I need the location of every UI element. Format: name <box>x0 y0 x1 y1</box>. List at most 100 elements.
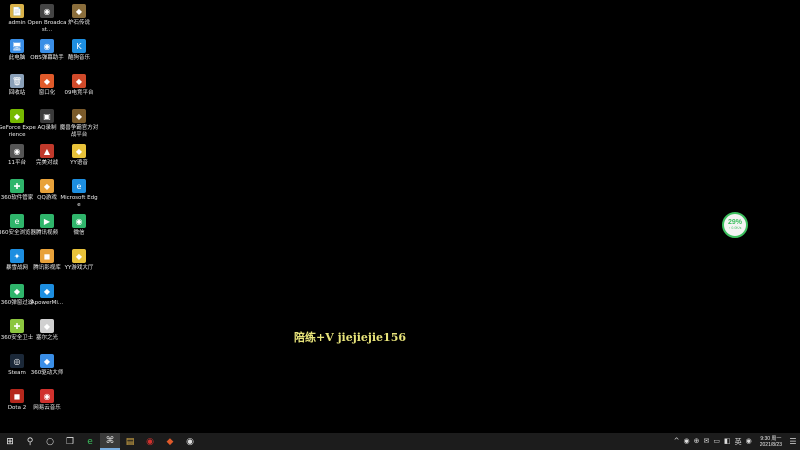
desktop-icon[interactable]: ◆ 窗口化 <box>30 72 64 106</box>
desktop-icon[interactable]: e 360安全浏览器 <box>0 212 36 246</box>
desktop-icon[interactable]: K 酷狗音乐 <box>62 37 96 71</box>
app-icon: ✚ <box>10 179 24 193</box>
app-icon: ◆ <box>40 319 54 333</box>
desktop-icon-label: 酷狗音乐 <box>67 55 90 61</box>
tray-icon[interactable]: 英 <box>735 437 742 447</box>
app-icon: ✦ <box>10 249 24 263</box>
desktop-icon-label: 网易云音乐 <box>33 405 61 411</box>
app-icon: ◼ <box>10 389 24 403</box>
tray-icon[interactable]: ⊕ <box>694 437 700 447</box>
desktop-icon[interactable]: ◉ 网易云音乐 <box>30 387 64 421</box>
desktop-icon[interactable]: ◆ 360弹窗过滤 <box>0 282 34 316</box>
desktop-icon-label: 魔兽争霸官方对战平台 <box>59 125 99 138</box>
search-icon[interactable]: ⚲ <box>20 433 40 450</box>
tray-icon[interactable]: ✉ <box>704 437 710 447</box>
app-icon: ◆ <box>72 74 86 88</box>
desktop-icon[interactable]: ▲ 完美对战 <box>30 142 64 176</box>
desktop-icon[interactable]: ◉ 11平台 <box>0 142 34 176</box>
network-speed-widget[interactable]: 29% ↑ 0.0K/s <box>722 212 748 238</box>
app-icon: ◉ <box>10 144 24 158</box>
clock[interactable]: 9:30 周一 2021/8/23 <box>760 436 782 448</box>
desktop-icon[interactable]: ◉ OBS弹幕助手 <box>30 37 64 71</box>
desktop-icon-label: YY语音 <box>70 160 88 166</box>
tray-icon[interactable]: ◧ <box>724 437 731 447</box>
desktop-icon[interactable]: ◆ ApowerMi... <box>30 282 64 316</box>
windows-start-icon[interactable]: ⊞ <box>0 433 20 450</box>
desktop-icon[interactable]: ◆ 360驱动大师 <box>30 352 64 386</box>
app-icon: ◎ <box>10 354 24 368</box>
app-icon: ◆ <box>72 144 86 158</box>
desktop-icon-label: 微信 <box>73 230 85 236</box>
desktop-icon-label: 炉石传说 <box>67 20 90 26</box>
cpu-percent: 29% <box>727 219 742 226</box>
cortana-icon[interactable]: ○ <box>40 433 60 450</box>
desktop-icon[interactable]: ◆ YY游戏大厅 <box>62 247 96 281</box>
desktop-icon[interactable]: ◆ 炉石传说 <box>62 2 96 36</box>
app-icon: ◆ <box>72 4 86 18</box>
desktop-icon[interactable]: ◎ Steam <box>0 352 34 386</box>
network-speed: ↑ 0.0K/s <box>728 226 742 230</box>
taskbar: ⊞ ⚲ ○ ❐ e ⌘ ▤ ◉ ◆ ◉ ^ ◉ ⊕ ✉ ▭ ◧ 英 ◉ 9:30 周一 2021/8/2… <box>0 433 800 450</box>
app-icon: ◆ <box>40 284 54 298</box>
desktop-icon[interactable]: ▶ 腾讯视频 <box>30 212 64 246</box>
desktop-icon[interactable]: ◉ 微信 <box>62 212 96 246</box>
app-icon: ▲ <box>40 144 54 158</box>
desktop-icon-label: ApowerMi... <box>30 300 64 306</box>
desktop-icon[interactable]: ◆ GeForce Experience <box>0 107 36 141</box>
desktop-icon-label: 360驱动大师 <box>30 370 64 376</box>
desktop-icon[interactable]: 🖥 此电脑 <box>0 37 34 71</box>
app-icon: ◆ <box>40 74 54 88</box>
taskbar-app-button[interactable]: ◉ <box>140 433 160 450</box>
app-icon: e <box>72 179 86 193</box>
desktop-icon-label: YY游戏大厅 <box>64 265 94 271</box>
clock-date: 2021/8/23 <box>759 441 782 448</box>
app-icon: 📄 <box>10 4 24 18</box>
task-view-icon[interactable]: ❐ <box>60 433 80 450</box>
app-icon: ◆ <box>40 354 54 368</box>
tray-icon[interactable]: ^ <box>674 437 680 447</box>
desktop-icon[interactable]: ◆ 塞尔之光 <box>30 317 64 351</box>
desktop-icon[interactable]: ◆ YY语音 <box>62 142 96 176</box>
desktop-icon[interactable]: ◼ 腾讯影视库 <box>30 247 64 281</box>
app-icon: ✚ <box>10 319 24 333</box>
app-icon: ◆ <box>72 249 86 263</box>
desktop[interactable]: 📄 admin 🖥 此电脑 🗑 回收站 ◆ GeForce Experience ◉ 11平台 ✚ 3… <box>0 0 800 433</box>
desktop-icon-label: 09电竞平台 <box>64 90 94 96</box>
system-tray: ^ ◉ ⊕ ✉ ▭ ◧ 英 ◉ 9:30 周一 2021/8/23 <box>672 433 782 450</box>
desktop-icon[interactable]: e Microsoft Edge <box>60 177 98 211</box>
app-icon: 🖥 <box>10 39 24 53</box>
desktop-icon[interactable]: ◆ 魔兽争霸官方对战平台 <box>59 107 99 141</box>
app-icon: ◆ <box>40 179 54 193</box>
taskbar-app-button[interactable]: ◉ <box>180 433 200 450</box>
app-icon: e <box>10 214 24 228</box>
desktop-icon[interactable]: ✚ 360安全卫士 <box>0 317 34 351</box>
app-icon: ◉ <box>40 389 54 403</box>
desktop-icon[interactable]: ◉ Open Broadcast... <box>28 2 66 36</box>
desktop-icon[interactable]: ✚ 360软件管家 <box>0 177 34 211</box>
app-icon: ◆ <box>72 109 86 123</box>
desktop-icon[interactable]: ✦ 暴雪战网 <box>0 247 34 281</box>
desktop-icon[interactable]: ◼ Dota 2 <box>0 387 34 421</box>
app-icon: 🗑 <box>10 74 24 88</box>
app-icon: ◼ <box>40 249 54 263</box>
taskbar-app-button[interactable]: ▤ <box>120 433 140 450</box>
tray-icon[interactable]: ◉ <box>684 437 690 447</box>
tray-icon[interactable]: ◉ <box>746 437 752 447</box>
watermark-text: 陪练+V jiejiejie156 <box>294 331 407 344</box>
app-icon: ◉ <box>40 39 54 53</box>
app-icon: ◉ <box>40 4 54 18</box>
desktop-icon[interactable]: ◆ 09电竞平台 <box>62 72 96 106</box>
taskbar-app-button[interactable]: ◆ <box>160 433 180 450</box>
app-icon: ▶ <box>40 214 54 228</box>
app-icon: ◆ <box>10 109 24 123</box>
desktop-icon[interactable]: 🗑 回收站 <box>0 72 34 106</box>
taskbar-app-button[interactable]: ⌘ <box>100 433 120 450</box>
tray-icon[interactable]: ▭ <box>713 437 720 447</box>
app-icon: K <box>72 39 86 53</box>
desktop-icon-label: Microsoft Edge <box>60 195 98 208</box>
app-icon: ◉ <box>72 214 86 228</box>
clock-time: 9:30 周一 <box>760 435 782 442</box>
notification-center-icon[interactable]: ☰ <box>786 433 800 450</box>
taskbar-app-button[interactable]: e <box>80 433 100 450</box>
app-icon: ◆ <box>10 284 24 298</box>
